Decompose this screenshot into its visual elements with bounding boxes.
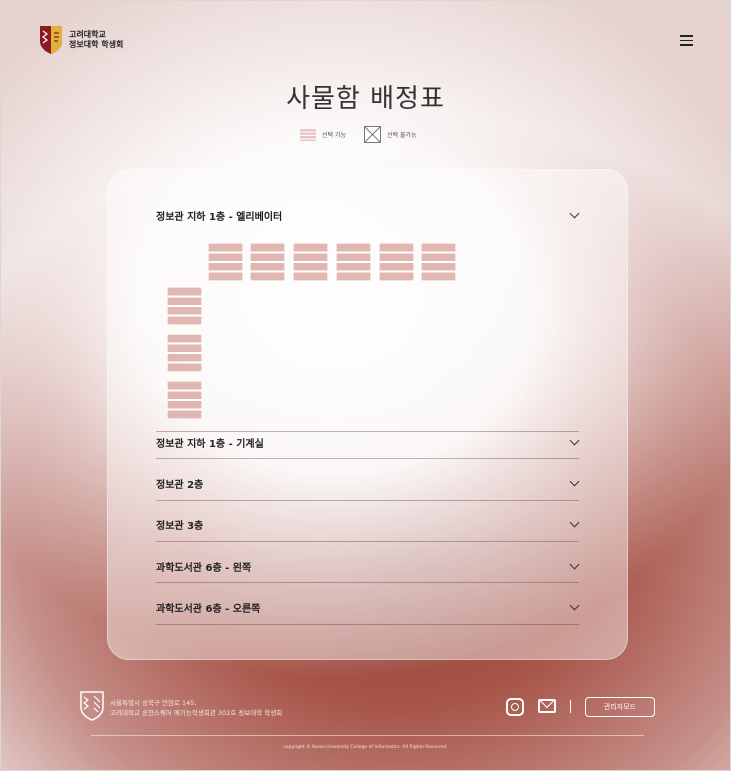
section-machine-room[interactable]: 정보관 지하 1층 - 기계실 <box>156 432 579 452</box>
section-header[interactable]: 정보관 지하 1층 - 엘리베이터 <box>156 205 579 225</box>
section-science-library-right[interactable]: 과학도서관 6층 - 오른쪽 <box>156 597 579 617</box>
locker[interactable] <box>336 243 371 281</box>
site-logo[interactable]: 고려대학교 정보대학 학생회 <box>39 25 123 55</box>
hamburger-menu-icon[interactable] <box>680 35 693 46</box>
section-header[interactable]: 정보관 3층 <box>156 514 579 534</box>
section-header[interactable]: 정보관 2층 <box>156 473 579 493</box>
section-label: 정보관 지하 1층 - 기계실 <box>156 438 264 450</box>
section-header[interactable]: 과학도서관 6층 - 왼쪽 <box>156 556 579 576</box>
locker[interactable] <box>167 334 202 372</box>
section-divider <box>156 541 579 542</box>
locker[interactable] <box>250 243 285 281</box>
section-label: 과학도서관 6층 - 오른쪽 <box>156 603 261 615</box>
locker[interactable] <box>293 243 328 281</box>
section-3f[interactable]: 정보관 3층 <box>156 514 579 534</box>
section-divider <box>156 624 579 625</box>
chevron-down-icon[interactable] <box>569 437 579 447</box>
admin-mode-button[interactable]: 관리자모드 <box>585 697 655 717</box>
legend-available: 선택 가능 <box>300 128 346 141</box>
section-header[interactable]: 과학도서관 6층 - 오른쪽 <box>156 597 579 617</box>
copyright-text: copyright © Korea University College of … <box>283 745 448 750</box>
logo-line-1: 고려대학교 <box>69 30 106 39</box>
shield-logo-icon <box>40 26 62 54</box>
mail-icon[interactable] <box>538 699 556 713</box>
section-divider <box>156 500 579 501</box>
address-line-2: 고려대학교 송현스퀘어 애기능학생회관 302호 정보대학 학생회 <box>110 709 283 717</box>
address-line-1: 서울특별시 성북구 안암로 145, <box>110 699 197 707</box>
page-title: 사물함 배정표 <box>286 84 445 114</box>
footer-address: 서울특별시 성북구 안암로 145, 고려대학교 송현스퀘어 애기능학생회관 3… <box>110 698 282 718</box>
chevron-down-icon[interactable] <box>569 478 579 488</box>
footer-shield-logo-icon <box>80 691 104 721</box>
unavailable-locker-icon <box>364 126 381 143</box>
section-label: 과학도서관 6층 - 왼쪽 <box>156 562 252 574</box>
section-divider <box>156 582 579 583</box>
chevron-down-icon[interactable] <box>569 561 579 571</box>
locker[interactable] <box>421 243 456 281</box>
locker[interactable] <box>167 287 202 325</box>
chevron-down-icon[interactable] <box>569 210 579 220</box>
legend-available-label: 선택 가능 <box>322 132 346 139</box>
section-elevator[interactable]: 정보관 지하 1층 - 엘리베이터 <box>156 205 579 225</box>
legend: 선택 가능 선택 불가능 <box>300 126 417 143</box>
section-science-library-left[interactable]: 과학도서관 6층 - 왼쪽 <box>156 556 579 576</box>
chevron-down-icon[interactable] <box>569 602 579 612</box>
legend-unavailable-label: 선택 불가능 <box>387 132 417 139</box>
chevron-down-icon[interactable] <box>569 519 579 529</box>
available-locker-icon <box>300 128 316 141</box>
legend-unavailable: 선택 불가능 <box>364 126 417 143</box>
section-header[interactable]: 정보관 지하 1층 - 기계실 <box>156 432 579 452</box>
section-label: 정보관 2층 <box>156 479 204 491</box>
locker[interactable] <box>379 243 414 281</box>
footer-separator <box>570 700 571 713</box>
locker[interactable] <box>167 381 202 419</box>
logo-line-2: 정보대학 학생회 <box>69 40 124 49</box>
section-divider <box>156 458 579 459</box>
footer-divider <box>91 735 644 736</box>
section-2f[interactable]: 정보관 2층 <box>156 473 579 493</box>
logo-text: 고려대학교 정보대학 학생회 <box>69 30 123 50</box>
section-label: 정보관 3층 <box>156 520 204 532</box>
instagram-icon[interactable] <box>506 698 524 716</box>
section-label: 정보관 지하 1층 - 엘리베이터 <box>156 211 283 223</box>
locker[interactable] <box>208 243 243 281</box>
